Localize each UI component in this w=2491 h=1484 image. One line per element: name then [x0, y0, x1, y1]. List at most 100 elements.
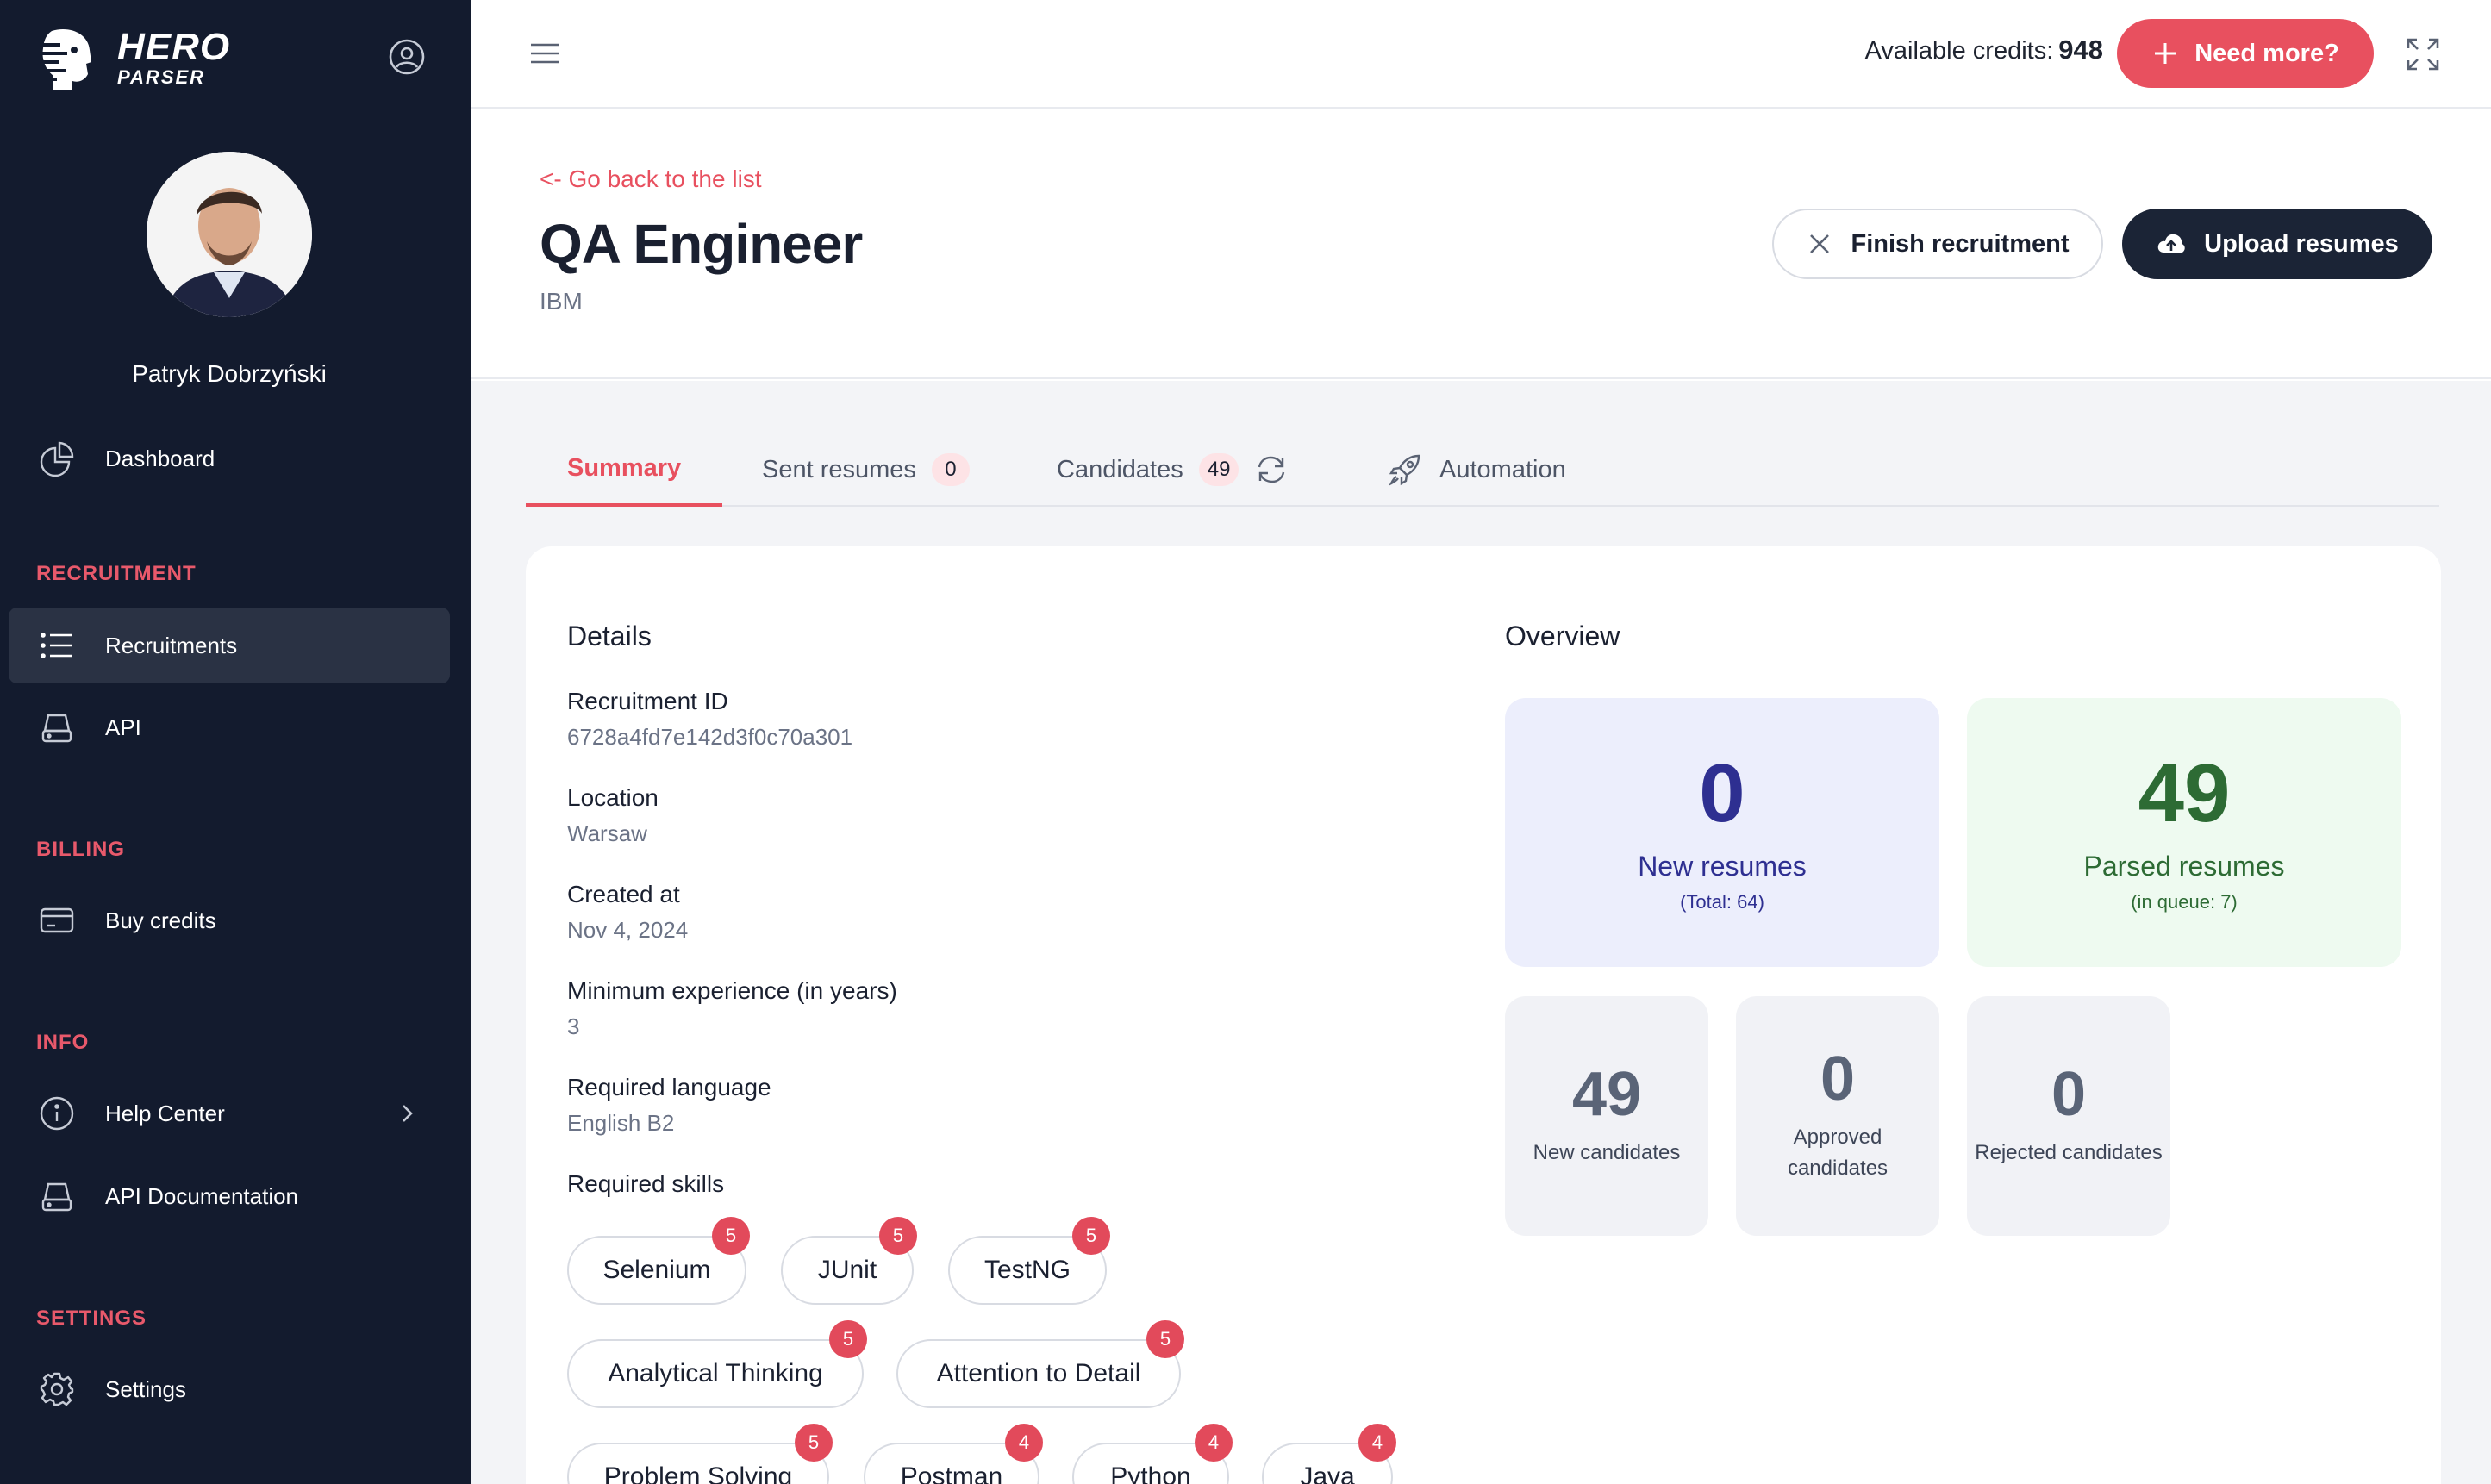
- tab-automation[interactable]: Automation: [1388, 433, 1566, 507]
- created-at-value: Nov 4, 2024: [567, 917, 689, 943]
- avatar[interactable]: [147, 152, 312, 317]
- upload-resumes-button[interactable]: Upload resumes: [2122, 209, 2432, 279]
- refresh-icon[interactable]: [1254, 452, 1289, 487]
- skill-level-badge: 5: [1072, 1217, 1110, 1255]
- hero-logo-icon: [34, 29, 91, 90]
- sidebar-item-label: Buy credits: [105, 907, 216, 933]
- tab-summary[interactable]: Summary: [526, 433, 723, 507]
- rejected-candidates-stat: 0 Rejected candidates: [1967, 996, 2170, 1236]
- tab-label: Sent resumes: [762, 455, 916, 483]
- recruitment-header: <- Go back to the list QA Engineer IBM F…: [471, 110, 2491, 379]
- new-resumes-stat: 0 New resumes (Total: 64): [1505, 698, 1939, 967]
- topbar: Available credits: 948 Need more?: [471, 0, 2491, 109]
- sidebar-item-dashboard[interactable]: Dashboard: [9, 421, 450, 496]
- skill-chip: Postman 4: [864, 1424, 1043, 1484]
- new-candidates-stat: 49 New candidates: [1505, 996, 1708, 1236]
- user-photo-icon: [147, 152, 312, 317]
- section-billing: BILLING: [36, 838, 125, 861]
- plus-icon: [2155, 43, 2176, 64]
- rocket-icon: [1389, 454, 1420, 486]
- details-title: Details: [567, 620, 652, 652]
- skill-level-badge: 4: [1005, 1424, 1043, 1462]
- menu-icon[interactable]: [528, 36, 562, 71]
- back-to-list-link[interactable]: <- Go back to the list: [540, 165, 762, 193]
- credits-value: 948: [2058, 34, 2103, 65]
- skill-name: Python: [1110, 1462, 1191, 1484]
- pie-chart-icon: [40, 441, 74, 477]
- min-experience-label: Minimum experience (in years): [567, 977, 897, 1004]
- info-icon: [40, 1096, 74, 1131]
- logo-title: HERO: [117, 26, 231, 68]
- created-at-label: Created at: [567, 881, 680, 907]
- tab-sent-resumes[interactable]: Sent resumes 0: [762, 433, 970, 507]
- skill-name: Attention to Detail: [936, 1359, 1141, 1387]
- skill-chip: Java 4: [1262, 1424, 1396, 1484]
- overview-title: Overview: [1505, 620, 1620, 652]
- candidates-count: 49: [1198, 453, 1239, 486]
- skill-level-badge: 4: [1358, 1424, 1396, 1462]
- sidebar-item-recruitments[interactable]: Recruitments: [9, 608, 450, 683]
- required-skills-label: Required skills: [567, 1170, 725, 1197]
- skill-chip: Selenium 5: [567, 1217, 750, 1305]
- sidebar-item-label: API Documentation: [105, 1182, 299, 1209]
- fullscreen-icon[interactable]: [2405, 36, 2441, 72]
- skill-name: Analytical Thinking: [608, 1359, 823, 1387]
- approved-candidates-stat: 0 Approved candidates: [1736, 996, 1939, 1236]
- parsed-resumes-stat: 49 Parsed resumes (in queue: 7): [1967, 698, 2401, 967]
- server-icon: [41, 1182, 72, 1212]
- new-candidates-value: 49: [1571, 1060, 1642, 1129]
- skill-chip: Analytical Thinking 5: [567, 1320, 867, 1408]
- skill-level-badge: 5: [829, 1320, 867, 1358]
- sidebar-item-api[interactable]: API: [9, 689, 450, 765]
- new-candidates-label: New candidates: [1533, 1141, 1681, 1164]
- required-language-label: Required language: [567, 1074, 771, 1101]
- main-content: Summary Sent resumes 0 Candidates 49 Aut…: [471, 381, 2491, 1484]
- skill-level-badge: 5: [712, 1217, 750, 1255]
- location-value: Warsaw: [567, 820, 647, 846]
- need-more-button[interactable]: Need more?: [2117, 19, 2374, 88]
- skill-level-badge: 4: [1195, 1424, 1233, 1462]
- sidebar-item-label: Recruitments: [105, 632, 238, 658]
- skill-name: JUnit: [817, 1256, 877, 1284]
- sent-resumes-count: 0: [931, 453, 970, 486]
- user-name: Patryk Dobrzyński: [132, 360, 327, 387]
- sidebar-item-label: API: [105, 714, 141, 740]
- logo-subtitle: PARSER: [117, 66, 206, 88]
- tab-bar: Summary Sent resumes 0 Candidates 49 Aut…: [526, 433, 2439, 507]
- skill-name: TestNG: [983, 1256, 1071, 1284]
- new-resumes-label: New resumes: [1638, 850, 1807, 882]
- rejected-candidates-label: Rejected candidates: [1975, 1141, 2163, 1164]
- sidebar-item-help-center[interactable]: Help Center: [9, 1076, 450, 1151]
- skill-name: Selenium: [602, 1256, 711, 1284]
- required-language-value: English B2: [567, 1110, 675, 1136]
- summary-card: Details Recruitment ID 6728a4fd7e142d3f0…: [526, 546, 2441, 1484]
- approved-label-line2: candidates: [1787, 1157, 1889, 1180]
- skill-level-badge: 5: [795, 1424, 833, 1462]
- skill-name: Java: [1300, 1462, 1355, 1484]
- skill-level-badge: 5: [879, 1217, 917, 1255]
- location-label: Location: [567, 784, 659, 811]
- finish-recruitment-button[interactable]: Finish recruitment: [1772, 209, 2103, 279]
- parsed-resumes-label: Parsed resumes: [2083, 850, 2285, 882]
- new-resumes-total: (Total: 64): [1680, 890, 1764, 913]
- parsed-resumes-value: 49: [2138, 746, 2231, 839]
- close-icon: [1809, 234, 1829, 253]
- logo[interactable]: HERO PARSER: [34, 24, 230, 93]
- skill-name: Problem Solving: [603, 1462, 793, 1484]
- parsed-resumes-queue: (in queue: 7): [2131, 890, 2238, 913]
- tab-candidates[interactable]: Candidates 49: [1057, 433, 1289, 507]
- gear-icon: [40, 1372, 74, 1406]
- skill-chip: JUnit 5: [781, 1217, 917, 1305]
- cloud-upload-icon: [2157, 234, 2185, 253]
- server-icon: [41, 714, 72, 743]
- skill-name: Postman: [900, 1462, 1003, 1484]
- need-more-label: Need more?: [2194, 39, 2339, 67]
- sidebar-item-settings[interactable]: Settings: [9, 1351, 450, 1427]
- sidebar-item-buy-credits[interactable]: Buy credits: [9, 882, 450, 958]
- tab-label: Candidates: [1057, 455, 1183, 483]
- approved-label-line1: Approved: [1793, 1125, 1882, 1149]
- recruitment-id-label: Recruitment ID: [567, 688, 728, 714]
- account-icon[interactable]: [388, 38, 426, 76]
- sidebar-item-api-documentation[interactable]: API Documentation: [9, 1158, 450, 1234]
- skill-chip: TestNG 5: [948, 1217, 1110, 1305]
